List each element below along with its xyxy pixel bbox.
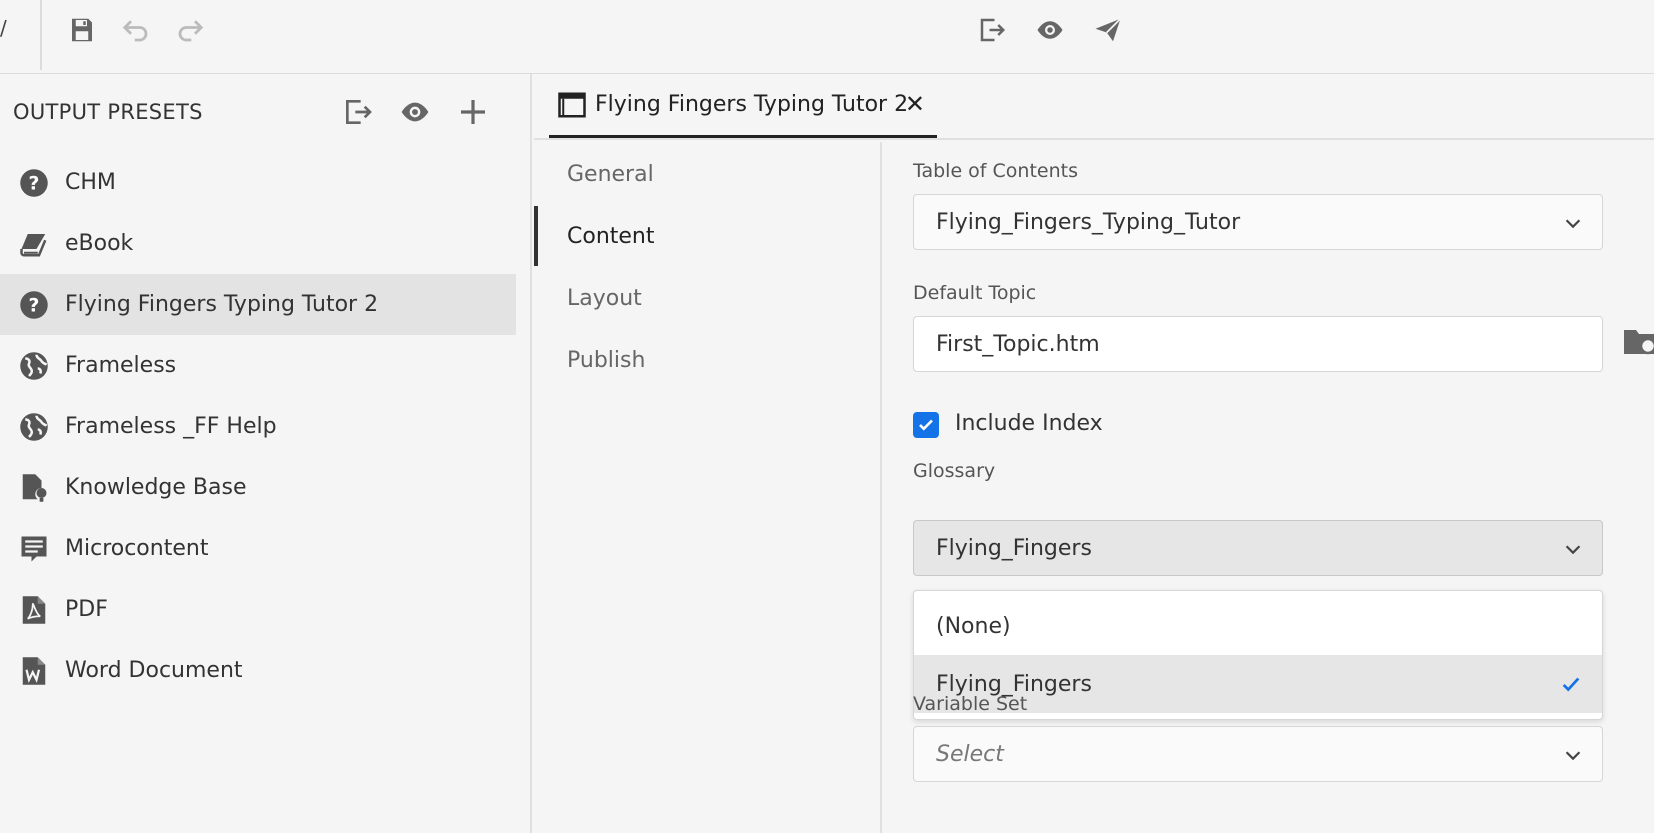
toolbar-fragment-text: / — [0, 16, 7, 40]
view-output-button[interactable] — [1030, 10, 1070, 50]
svg-text:?: ? — [29, 295, 40, 316]
preset-label: PDF — [65, 597, 108, 622]
publish-icon — [1095, 18, 1122, 42]
preset-item-chm[interactable]: ? CHM — [0, 152, 516, 213]
preset-label: Frameless _FF Help — [65, 414, 277, 439]
ebook-icon — [19, 229, 49, 259]
preset-item-frameless[interactable]: Frameless — [0, 335, 516, 396]
undo-button[interactable] — [116, 10, 156, 50]
top-toolbar: / — [0, 0, 1654, 74]
glossary-value: Flying_Fingers — [936, 535, 1092, 561]
preset-label: Frameless — [65, 353, 177, 378]
panel-title: OUTPUT PRESETS — [13, 100, 203, 124]
svg-text:?: ? — [29, 173, 40, 194]
glossary-label: Glossary — [913, 460, 996, 482]
editor-tab-bar: Flying Fingers Typing Tutor 2 ✕ — [534, 74, 1654, 140]
default-topic-label: Default Topic — [913, 282, 1037, 304]
preset-list: ? CHM eBook ? Flying Fingers Typing Tuto… — [0, 152, 516, 701]
view-preset-button[interactable] — [395, 92, 435, 132]
globe-icon — [19, 351, 49, 381]
preset-item-microcontent[interactable]: Microcontent — [0, 518, 516, 579]
output-presets-panel: OUTPUT PRESETS ? CHM eBook ? Flying Fing… — [0, 74, 532, 833]
browse-topic-button[interactable] — [1622, 324, 1654, 358]
toc-value: Flying_Fingers_Typing_Tutor — [936, 209, 1241, 235]
glossary-dropdown[interactable]: Flying_Fingers — [913, 520, 1603, 576]
content-settings-form: Table of Contents Flying_Fingers_Typing_… — [913, 142, 1654, 833]
nav-item-publish[interactable]: Publish — [534, 330, 880, 390]
word-document-icon — [19, 656, 49, 686]
generate-preset-button[interactable] — [338, 92, 378, 132]
save-button[interactable] — [62, 10, 102, 50]
knowledge-base-icon — [19, 473, 49, 503]
preset-label: Knowledge Base — [65, 475, 247, 500]
tab-label: Flying Fingers Typing Tutor 2 — [595, 92, 909, 117]
checkmark-icon — [1562, 677, 1580, 692]
generate-output-button[interactable] — [972, 10, 1012, 50]
include-index-checkbox[interactable] — [913, 412, 939, 438]
toc-dropdown[interactable]: Flying_Fingers_Typing_Tutor — [913, 194, 1603, 250]
preset-label: CHM — [65, 170, 116, 195]
toc-label: Table of Contents — [913, 160, 1078, 182]
add-preset-button[interactable] — [453, 92, 493, 132]
settings-nav: General Content Layout Publish — [534, 142, 882, 833]
default-topic-input[interactable]: First_Topic.htm — [913, 316, 1603, 372]
chevron-down-icon — [1565, 751, 1581, 761]
help-circle-icon: ? — [19, 290, 49, 320]
microcontent-icon — [19, 534, 49, 564]
view-output-icon — [401, 102, 429, 122]
chevron-down-icon — [1565, 545, 1581, 555]
generate-output-icon — [980, 18, 1006, 42]
preset-item-pdf[interactable]: PDF — [0, 579, 516, 640]
preset-item-word-document[interactable]: Word Document — [0, 640, 516, 701]
folder-search-icon — [1624, 330, 1654, 355]
chevron-down-icon — [1565, 219, 1581, 229]
nav-item-content[interactable]: Content — [534, 206, 880, 266]
redo-button[interactable] — [170, 10, 210, 50]
generate-output-icon — [346, 100, 372, 124]
publish-button[interactable] — [1088, 10, 1128, 50]
menu-item-label: (None) — [936, 613, 1011, 639]
menu-item-none[interactable]: (None) — [914, 597, 1602, 655]
toolbar-divider — [40, 0, 42, 70]
plus-icon — [461, 100, 485, 124]
nav-item-general[interactable]: General — [534, 144, 880, 204]
nav-item-layout[interactable]: Layout — [534, 268, 880, 328]
pdf-icon — [19, 595, 49, 625]
globe-icon — [19, 412, 49, 442]
include-index-label: Include Index — [955, 411, 1103, 436]
redo-icon — [178, 20, 204, 42]
preset-item-knowledge-base[interactable]: Knowledge Base — [0, 457, 516, 518]
help-circle-icon: ? — [19, 168, 49, 198]
preset-label: Microcontent — [65, 536, 209, 561]
tab-flying-fingers-typing-tutor-2[interactable]: Flying Fingers Typing Tutor 2 ✕ — [549, 74, 937, 138]
preset-item-frameless-ff-help[interactable]: Frameless _FF Help — [0, 396, 516, 457]
preset-item-ebook[interactable]: eBook — [0, 213, 516, 274]
variable-set-dropdown[interactable]: Select — [913, 726, 1603, 782]
window-icon — [558, 92, 586, 117]
preset-label: Flying Fingers Typing Tutor 2 — [65, 292, 379, 317]
checkmark-icon — [919, 419, 933, 431]
view-output-icon — [1037, 21, 1063, 39]
close-icon[interactable]: ✕ — [905, 90, 925, 118]
variable-set-placeholder: Select — [936, 741, 1004, 767]
preset-item-flying-fingers-typing-tutor-2[interactable]: ? Flying Fingers Typing Tutor 2 — [0, 274, 516, 335]
variable-set-label: Variable Set — [913, 693, 1028, 715]
preset-label: eBook — [65, 231, 134, 256]
save-icon — [72, 18, 92, 42]
preset-label: Word Document — [65, 658, 243, 683]
undo-icon — [122, 20, 148, 42]
